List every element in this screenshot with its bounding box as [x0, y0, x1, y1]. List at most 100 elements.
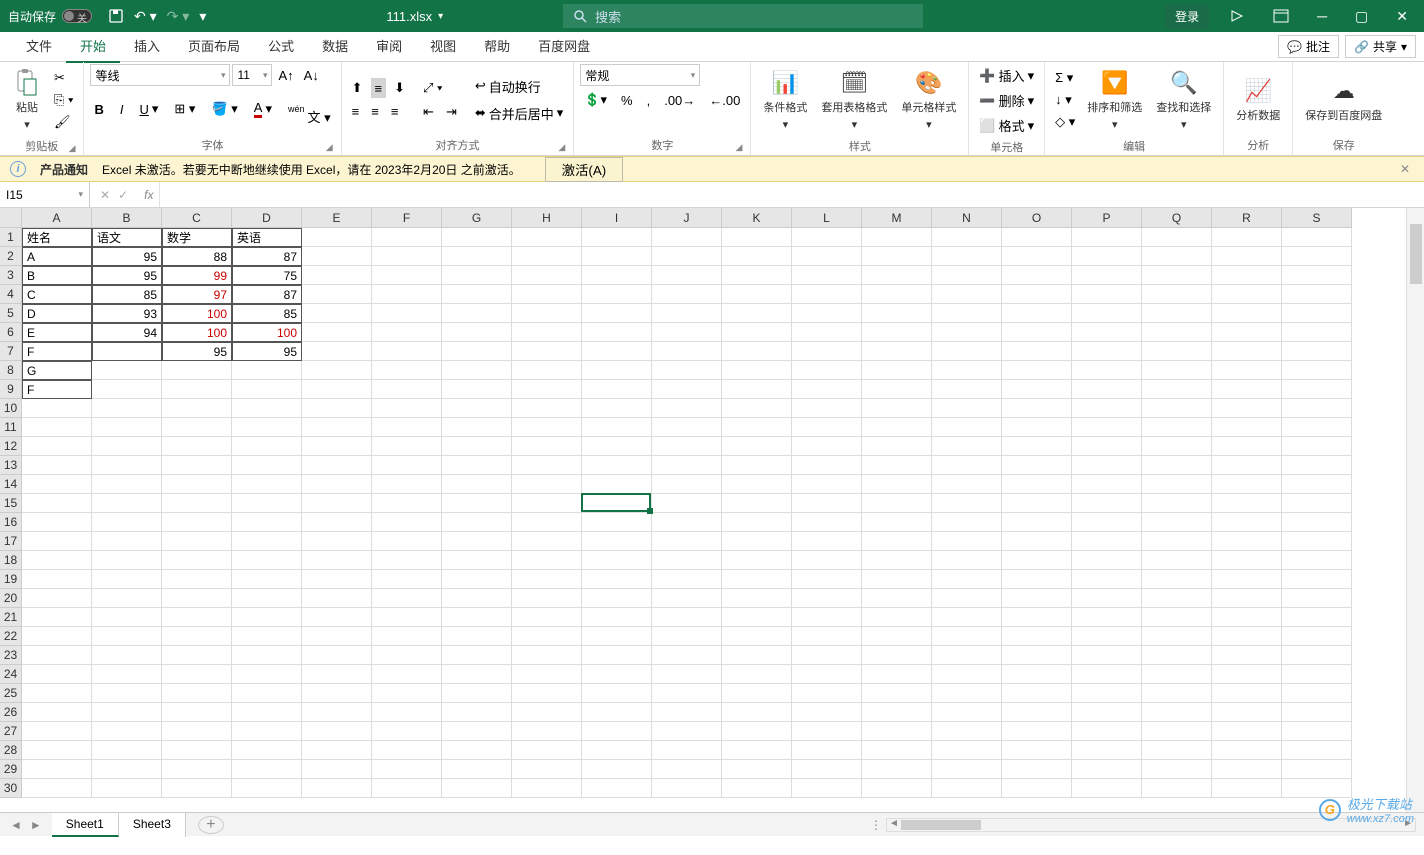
comments-button[interactable]: 💬 批注 [1278, 35, 1339, 58]
cell-A21[interactable] [22, 608, 92, 627]
cell-J6[interactable] [652, 323, 722, 342]
cell-O22[interactable] [1002, 627, 1072, 646]
cell-Q17[interactable] [1142, 532, 1212, 551]
cell-C19[interactable] [162, 570, 232, 589]
cell-Q23[interactable] [1142, 646, 1212, 665]
cell-D20[interactable] [232, 589, 302, 608]
cell-I12[interactable] [582, 437, 652, 456]
cell-R14[interactable] [1212, 475, 1282, 494]
col-header-R[interactable]: R [1212, 208, 1282, 228]
format-cells-button[interactable]: ⬜ 格式 ▾ [975, 114, 1038, 137]
row-header-30[interactable]: 30 [0, 779, 22, 798]
cell-F13[interactable] [372, 456, 442, 475]
cell-P4[interactable] [1072, 285, 1142, 304]
cell-G28[interactable] [442, 741, 512, 760]
row-header-14[interactable]: 14 [0, 475, 22, 494]
cell-C27[interactable] [162, 722, 232, 741]
cell-N20[interactable] [932, 589, 1002, 608]
cell-I2[interactable] [582, 247, 652, 266]
cut-icon[interactable]: ✂ [50, 68, 77, 88]
cell-O5[interactable] [1002, 304, 1072, 323]
cell-D26[interactable] [232, 703, 302, 722]
cell-J3[interactable] [652, 266, 722, 285]
cell-M19[interactable] [862, 570, 932, 589]
percent-icon[interactable]: % [617, 90, 637, 110]
cell-L8[interactable] [792, 361, 862, 380]
cell-A13[interactable] [22, 456, 92, 475]
cell-C22[interactable] [162, 627, 232, 646]
cell-R19[interactable] [1212, 570, 1282, 589]
cell-S19[interactable] [1282, 570, 1352, 589]
cell-M16[interactable] [862, 513, 932, 532]
col-header-H[interactable]: H [512, 208, 582, 228]
cell-Q22[interactable] [1142, 627, 1212, 646]
align-bottom-icon[interactable]: ⬇ [390, 78, 409, 98]
analyze-button[interactable]: 📈分析数据 [1230, 72, 1286, 127]
tab-百度网盘[interactable]: 百度网盘 [524, 30, 604, 63]
insert-cells-button[interactable]: ➕ 插入 ▾ [975, 64, 1038, 87]
cell-F11[interactable] [372, 418, 442, 437]
cell-Q8[interactable] [1142, 361, 1212, 380]
cell-N14[interactable] [932, 475, 1002, 494]
cell-E29[interactable] [302, 760, 372, 779]
cell-R25[interactable] [1212, 684, 1282, 703]
cell-B8[interactable] [92, 361, 162, 380]
cell-J22[interactable] [652, 627, 722, 646]
cell-M11[interactable] [862, 418, 932, 437]
cell-E28[interactable] [302, 741, 372, 760]
search-box[interactable]: 搜索 [563, 4, 923, 28]
sheet-tab-Sheet1[interactable]: Sheet1 [52, 813, 119, 837]
cell-D14[interactable] [232, 475, 302, 494]
cell-O18[interactable] [1002, 551, 1072, 570]
cell-J29[interactable] [652, 760, 722, 779]
cell-E15[interactable] [302, 494, 372, 513]
tab-开始[interactable]: 开始 [66, 30, 120, 63]
cell-M28[interactable] [862, 741, 932, 760]
cell-O8[interactable] [1002, 361, 1072, 380]
cell-A30[interactable] [22, 779, 92, 798]
cell-S5[interactable] [1282, 304, 1352, 323]
cell-R21[interactable] [1212, 608, 1282, 627]
cell-A17[interactable] [22, 532, 92, 551]
cell-N17[interactable] [932, 532, 1002, 551]
cell-S17[interactable] [1282, 532, 1352, 551]
bold-icon[interactable]: B [90, 100, 107, 119]
cell-H7[interactable] [512, 342, 582, 361]
cell-R8[interactable] [1212, 361, 1282, 380]
cell-B22[interactable] [92, 627, 162, 646]
row-header-20[interactable]: 20 [0, 589, 22, 608]
cell-D8[interactable] [232, 361, 302, 380]
font-launcher-icon[interactable]: ◢ [326, 142, 333, 153]
cell-S6[interactable] [1282, 323, 1352, 342]
cell-F3[interactable] [372, 266, 442, 285]
cell-L3[interactable] [792, 266, 862, 285]
cell-G27[interactable] [442, 722, 512, 741]
cell-C20[interactable] [162, 589, 232, 608]
row-header-13[interactable]: 13 [0, 456, 22, 475]
cell-H1[interactable] [512, 228, 582, 247]
cell-D17[interactable] [232, 532, 302, 551]
cell-G20[interactable] [442, 589, 512, 608]
cell-N2[interactable] [932, 247, 1002, 266]
cell-K28[interactable] [722, 741, 792, 760]
cell-O12[interactable] [1002, 437, 1072, 456]
cell-L2[interactable] [792, 247, 862, 266]
cell-I25[interactable] [582, 684, 652, 703]
cell-N13[interactable] [932, 456, 1002, 475]
cell-N27[interactable] [932, 722, 1002, 741]
cell-L12[interactable] [792, 437, 862, 456]
row-header-17[interactable]: 17 [0, 532, 22, 551]
cell-O1[interactable] [1002, 228, 1072, 247]
cell-P25[interactable] [1072, 684, 1142, 703]
col-header-J[interactable]: J [652, 208, 722, 228]
cell-L4[interactable] [792, 285, 862, 304]
cell-K5[interactable] [722, 304, 792, 323]
cell-C8[interactable] [162, 361, 232, 380]
cell-O3[interactable] [1002, 266, 1072, 285]
cell-J9[interactable] [652, 380, 722, 399]
cell-D18[interactable] [232, 551, 302, 570]
cell-F19[interactable] [372, 570, 442, 589]
cell-M2[interactable] [862, 247, 932, 266]
cell-Q25[interactable] [1142, 684, 1212, 703]
cell-N3[interactable] [932, 266, 1002, 285]
